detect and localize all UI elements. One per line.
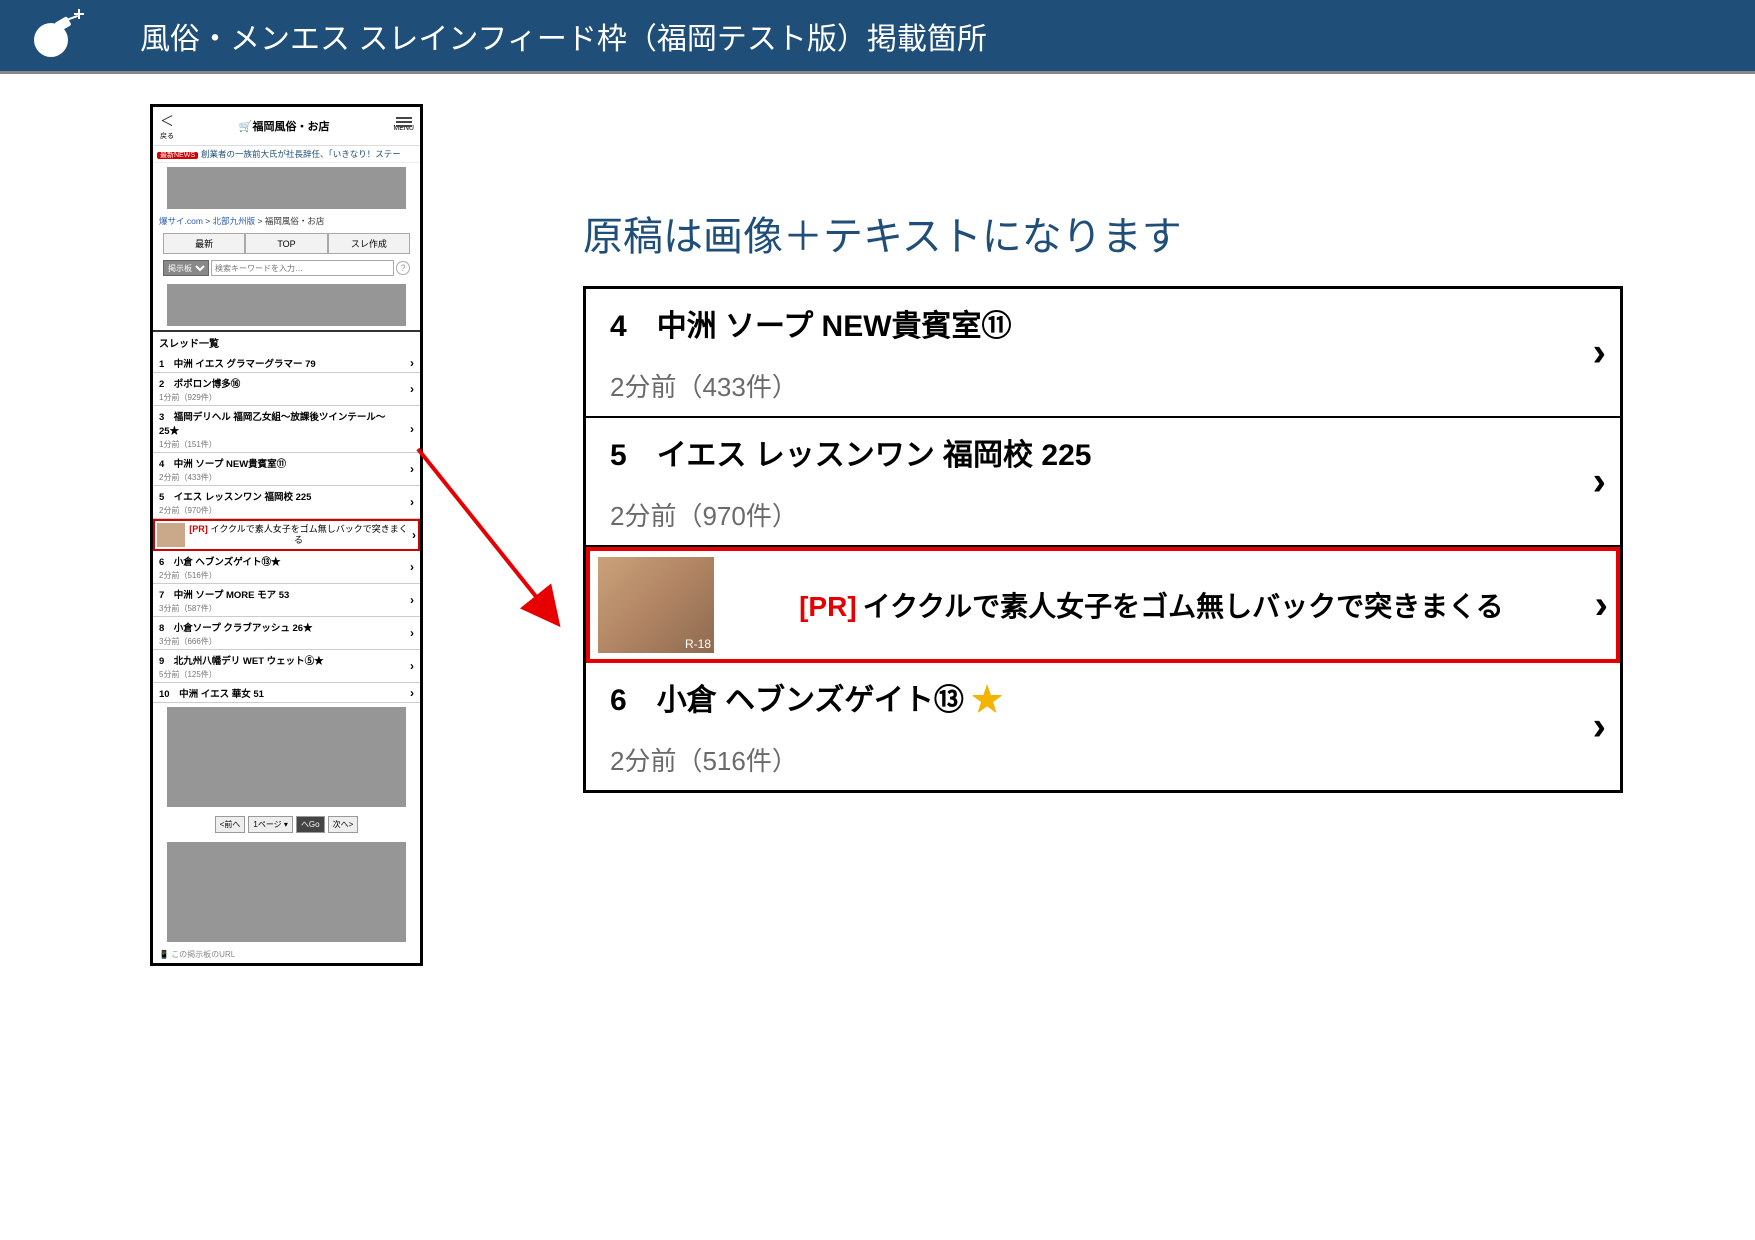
chevron-right-icon: › <box>410 686 414 700</box>
breadcrumb[interactable]: 爆サイ.com > 北部九州版 > 福岡風俗・お店 <box>153 213 420 231</box>
search-category[interactable]: 掲示板 <box>163 260 209 276</box>
list-item[interactable]: 4 中洲 ソープ NEW貴賓室⑪ 2分前（433件） › <box>586 289 1620 418</box>
list-item[interactable]: 5 イエス レッスンワン 福岡校 2252分前（970件）› <box>153 486 420 519</box>
back-button[interactable]: ＜ 戻る <box>159 111 175 141</box>
list-item[interactable]: 9 北九州八幡デリ WET ウェット⑤★5分前（125件）› <box>153 650 420 683</box>
list-item[interactable]: 4 中洲 ソープ NEW貴賓室⑪2分前（433件）› <box>153 453 420 486</box>
pr-thumbnail <box>157 523 185 547</box>
chevron-right-icon: › <box>1593 330 1606 375</box>
star-icon: ★ <box>972 684 1002 717</box>
footer-link[interactable]: 📱 この掲示板のURL <box>153 946 420 963</box>
list-item[interactable]: 6 小倉 ヘブンズゲイト⑬★2分前（516件）› <box>153 551 420 584</box>
page-header: 風俗・メンエス スレインフィード枠（福岡テスト版）掲載箇所 <box>0 0 1755 74</box>
list-item[interactable]: 8 小倉ソープ クラブアッシュ 26★3分前（666件）› <box>153 617 420 650</box>
chevron-right-icon: › <box>410 382 414 396</box>
pr-infeed-detail[interactable]: [PR]イククルで素人女子をゴム無しバックで突きまくる › <box>586 547 1620 663</box>
hamburger-icon <box>396 121 412 123</box>
tab-create[interactable]: スレ作成 <box>328 233 410 254</box>
page-title: 風俗・メンエス スレインフィード枠（福岡テスト版）掲載箇所 <box>140 14 987 58</box>
list-item[interactable]: 6 小倉 ヘブンズゲイト⑬ ★ 2分前（516件） › <box>586 663 1620 790</box>
bomb-icon <box>30 11 80 61</box>
pager-go[interactable]: へGo <box>296 816 325 833</box>
detail-heading: 原稿は画像＋テキストになります <box>583 204 1695 262</box>
tab-top[interactable]: TOP <box>245 233 327 254</box>
chevron-right-icon: › <box>410 422 414 436</box>
pager-next[interactable]: 次へ> <box>328 816 359 833</box>
pager-prev[interactable]: <前へ <box>215 816 246 833</box>
chevron-right-icon: › <box>1593 704 1606 749</box>
ad-placeholder <box>167 842 406 942</box>
news-ticker[interactable]: 最新NEWS創業者の一族前大氏が社長辞任、「いきなり！ステー <box>153 146 420 163</box>
chevron-left-icon: ＜ <box>159 111 175 131</box>
pager: <前へ 1ページ ▾ へGo 次へ> <box>158 816 415 833</box>
list-item[interactable]: 3 福岡デリヘル 福岡乙女組～放課後ツインテール～ 25★1分前（151件）› <box>153 406 420 453</box>
list-item[interactable]: 2 ポポロン博多⑯1分前（929件）› <box>153 373 420 406</box>
arrow-icon <box>413 444 573 644</box>
pager-page[interactable]: 1ページ ▾ <box>248 816 293 833</box>
pr-infeed-item[interactable]: [PR] イククルで素人女子をゴム無しバックで突きまくる › <box>153 519 420 551</box>
list-item[interactable]: 10 中洲 イエス 華女 51› <box>153 683 420 703</box>
list-item[interactable]: 5 イエス レッスンワン 福岡校 225 2分前（970件） › <box>586 418 1620 547</box>
mobile-title: 🛒福岡風俗・お店 <box>239 118 330 134</box>
search-input[interactable] <box>211 260 394 276</box>
tab-latest[interactable]: 最新 <box>163 233 245 254</box>
chevron-right-icon: › <box>410 356 414 370</box>
mobile-screenshot: ＜ 戻る 🛒福岡風俗・お店 MENU 最新NEWS創業者の一族前大氏が社長辞任、… <box>150 104 423 966</box>
search-bar: 掲示板 ? <box>163 260 410 276</box>
ad-placeholder <box>167 167 406 209</box>
menu-button[interactable]: MENU <box>393 121 414 132</box>
list-item[interactable]: 1 中洲 イエス グラマーグラマー 79› <box>153 353 420 373</box>
chevron-right-icon: › <box>1595 583 1608 628</box>
help-icon[interactable]: ? <box>396 261 410 275</box>
pr-thumbnail <box>598 557 714 653</box>
list-item[interactable]: 7 中洲 ソープ MORE モア 533分前（587件）› <box>153 584 420 617</box>
ad-placeholder <box>167 707 406 807</box>
ad-placeholder <box>167 284 406 326</box>
tab-bar: 最新 TOP スレ作成 <box>163 233 410 254</box>
section-heading: スレッド一覧 <box>153 330 420 353</box>
chevron-right-icon: › <box>1593 459 1606 504</box>
detail-list: 4 中洲 ソープ NEW貴賓室⑪ 2分前（433件） › 5 イエス レッスンワ… <box>583 286 1623 793</box>
chevron-right-icon: › <box>410 659 414 673</box>
